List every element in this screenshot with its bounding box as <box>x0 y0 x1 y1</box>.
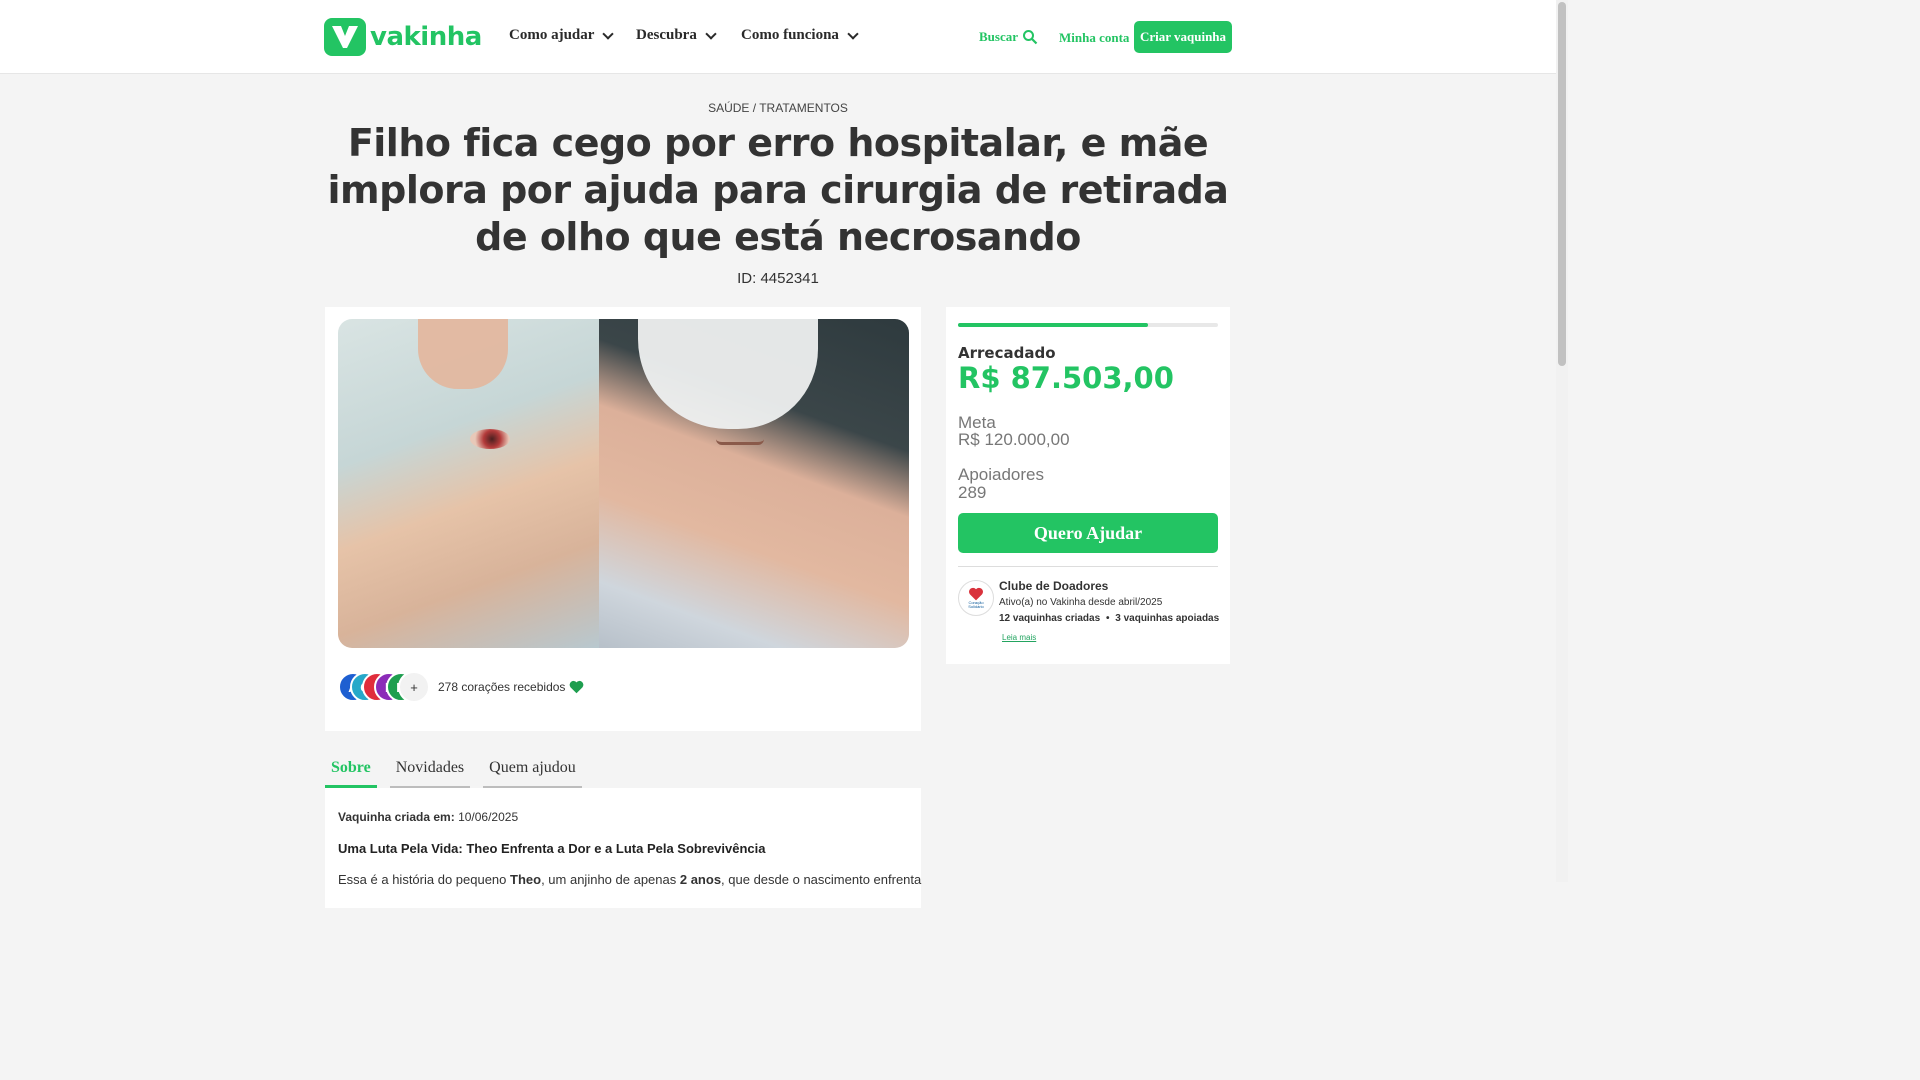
logo-v-icon <box>324 18 366 56</box>
campaigns-supported: 3 vaquinhas apoiadas <box>1115 613 1220 624</box>
funding-progress-bar <box>958 323 1218 327</box>
site-header: vakinha Como ajudar Descubra Como funcio… <box>0 0 1556 74</box>
nav-como-ajudar[interactable]: Como ajudar <box>509 27 615 44</box>
story-text: Essa é a história do pequeno Theo, um an… <box>338 872 921 887</box>
campaign-photo[interactable] <box>338 319 909 648</box>
read-more-link[interactable]: Leia mais <box>1002 633 1036 642</box>
photo-eye <box>470 429 510 449</box>
campaign-title: Filho fica cego por erro hospitalar, e m… <box>327 121 1229 259</box>
chevron-down-icon <box>847 27 859 40</box>
photo-closed-eye <box>716 439 764 445</box>
create-campaign-button[interactable]: Criar vaquinha <box>1134 21 1232 53</box>
created-label: Vaquinha criada em: <box>338 810 455 824</box>
created-date-line: Vaquinha criada em: 10/06/2025 <box>338 810 908 824</box>
donate-button[interactable]: Quero Ajudar <box>958 513 1218 553</box>
organizer-since: Ativo(a) no Vakinha desde abril/2025 <box>999 597 1163 608</box>
stats-separator: • <box>1105 613 1110 624</box>
created-date: 10/06/2025 <box>458 810 519 824</box>
heart-logo-icon <box>969 587 983 601</box>
story-segment: Essa é a história do pequeno <box>338 872 511 887</box>
story-child-name: Theo <box>510 872 542 887</box>
page-scrollbar[interactable] <box>1556 0 1568 882</box>
campaign-media-card: A C I L K + 278 corações recebidos <box>325 307 921 731</box>
tab-novidades[interactable]: Novidades <box>389 752 471 788</box>
vakinha-logo[interactable]: vakinha <box>324 18 482 56</box>
hearts-count: 278 corações recebidos <box>438 680 584 694</box>
chevron-down-icon <box>705 27 717 40</box>
nav-label: Como funciona <box>741 27 839 43</box>
my-account-link[interactable]: Minha conta <box>1059 30 1129 46</box>
organizer-name[interactable]: Clube de Doadores <box>999 579 1108 593</box>
search-label: Buscar <box>979 29 1018 44</box>
goal-amount: R$ 120.000,00 <box>958 430 1070 449</box>
search-icon <box>1023 30 1038 45</box>
nav-descubra[interactable]: Descubra <box>636 27 717 44</box>
nav-como-funciona[interactable]: Como funciona <box>741 27 859 44</box>
funding-progress-fill <box>958 323 1148 327</box>
story-segment: , que desde o nascimento enfrenta <box>721 872 922 887</box>
heart-icon[interactable] <box>569 680 584 694</box>
raised-label: Arrecadado <box>958 344 1056 362</box>
campaign-id: ID: 4452341 <box>737 270 819 287</box>
search-button[interactable]: Buscar <box>979 29 1038 45</box>
divider <box>958 566 1218 567</box>
brand-name: vakinha <box>370 22 482 52</box>
organizer-logo-text: Coração Solidário <box>968 600 984 609</box>
funding-card: Arrecadado R$ 87.503,00 Meta R$ 120.000,… <box>946 307 1230 664</box>
chevron-down-icon <box>602 27 615 40</box>
story-segment: , um anjinho de apenas <box>541 872 680 887</box>
campaign-category[interactable]: SAÚDE / TRATAMENTOS <box>0 101 1556 115</box>
raised-amount: R$ 87.503,00 <box>958 361 1174 395</box>
more-supporters-button[interactable]: + <box>398 671 430 703</box>
campaigns-created: 12 vaquinhas criadas <box>999 613 1101 624</box>
story-title: Uma Luta Pela Vida: Theo Enfrenta a Dor … <box>338 841 766 856</box>
hearts-row[interactable]: A C I L K + 278 corações recebidos <box>338 671 584 703</box>
photo-hand <box>418 319 508 389</box>
about-section: Vaquinha criada em: 10/06/2025 Uma Luta … <box>325 788 921 908</box>
tab-sobre[interactable]: Sobre <box>325 752 377 788</box>
nav-label: Descubra <box>636 27 697 43</box>
tab-quem-ajudou[interactable]: Quem ajudou <box>483 752 582 788</box>
nav-label: Como ajudar <box>509 27 595 43</box>
organizer-stats: 12 vaquinhas criadas • 3 vaquinhas apoia… <box>999 613 1219 624</box>
campaign-tabs: Sobre Novidades Quem ajudou <box>325 752 582 788</box>
supporters-count: 289 <box>958 483 987 502</box>
scrollbar-thumb[interactable] <box>1558 2 1566 366</box>
story-child-age: 2 anos <box>679 872 722 887</box>
supporters-label: Apoiadores <box>958 465 1045 484</box>
hearts-count-text: 278 corações recebidos <box>438 680 566 694</box>
organizer-avatar[interactable]: Coração Solidário <box>958 580 994 616</box>
